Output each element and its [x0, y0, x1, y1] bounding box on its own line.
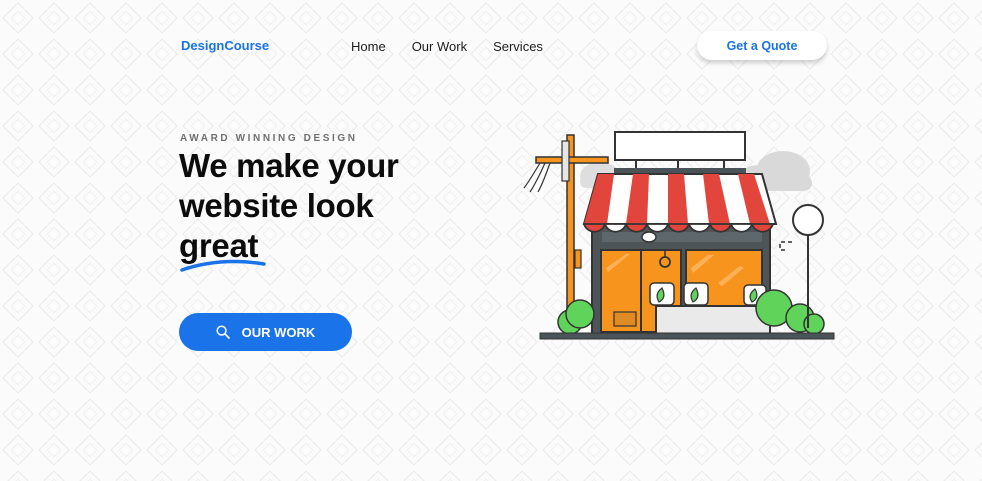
our-work-button[interactable]: OUR WORK: [179, 313, 352, 351]
headline-line-2: website look: [179, 187, 374, 224]
nav-home[interactable]: Home: [351, 39, 386, 54]
get-a-quote-button[interactable]: Get a Quote: [697, 31, 827, 60]
storefront-illustration: [523, 131, 835, 340]
hero-headline: We make your website look great: [179, 146, 399, 266]
logo[interactable]: DesignCourse: [181, 38, 269, 53]
headline-line-1: We make your: [179, 147, 399, 184]
our-work-label: OUR WORK: [241, 324, 316, 340]
headline-underline: [180, 259, 266, 272]
nav-services[interactable]: Services: [493, 39, 543, 54]
leaf-shape: [649, 282, 767, 306]
hero-eyebrow: AWARD WINNING DESIGN: [180, 133, 358, 144]
nav-our-work[interactable]: Our Work: [412, 39, 467, 54]
search-icon: [216, 325, 230, 339]
main-nav: Home Our Work Services: [351, 39, 543, 54]
